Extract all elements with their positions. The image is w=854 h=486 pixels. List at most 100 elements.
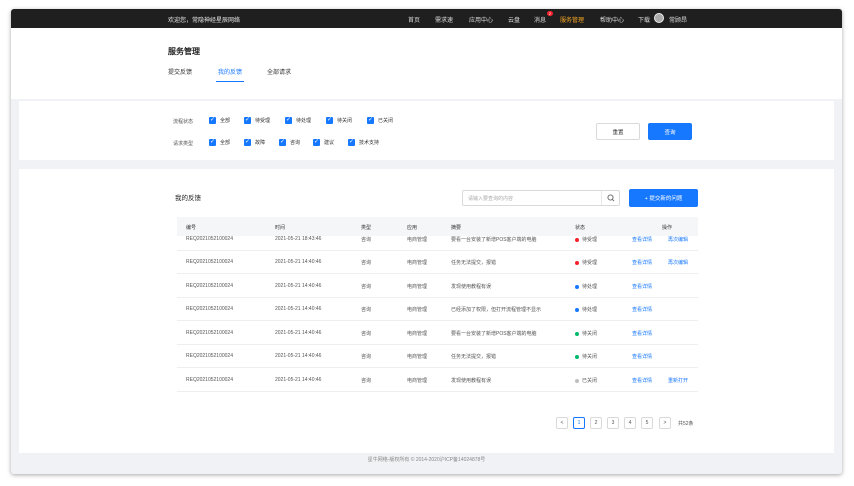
page-5-button[interactable]: 5 (641, 417, 653, 429)
checkbox-checked-icon: ✓ (244, 139, 251, 146)
view-details-link[interactable]: 查看详情 (632, 377, 652, 384)
type-checkbox-tech-support[interactable]: ✓ 技术支持 (348, 139, 379, 146)
cell-app: 电商管理 (407, 260, 428, 266)
cell-type: 咨询 (361, 237, 372, 243)
nav-messages[interactable]: 消息 2 (534, 11, 554, 24)
checkbox-label: 待关闭 (337, 118, 353, 124)
checkbox-label: 全部 (220, 140, 231, 146)
table-row (177, 369, 698, 392)
cell-time: 2021-05-21 14:40:46 (275, 306, 322, 312)
status-checkbox-pending-process[interactable]: ✓ 待处理 (285, 117, 311, 124)
cell-summary: 要看一台安装了新增POS客户端的电脑 (451, 237, 537, 243)
status-text: 待受理 (582, 260, 598, 266)
nav-home[interactable]: 首页 (408, 15, 420, 24)
type-checkbox-all[interactable]: ✓ 全部 (209, 139, 230, 146)
nav-download[interactable]: 下载 (638, 15, 650, 24)
type-filter-label: 请求类型 (173, 141, 194, 147)
checkbox-checked-icon: ✓ (313, 139, 320, 146)
checkbox-checked-icon: ✓ (348, 139, 355, 146)
user-name[interactable]: 常顾昂 (669, 15, 687, 24)
status-checkbox-pending-accept[interactable]: ✓ 待受理 (244, 117, 270, 124)
status-dot-icon (575, 307, 579, 312)
cell-type: 咨询 (361, 378, 372, 384)
page-header (11, 28, 842, 99)
checkbox-checked-icon: ✓ (326, 117, 333, 124)
footer-copyright: 星牛网络-版权所有 © 2014-2020沪ICP备14024878号 (367, 457, 486, 463)
status-text: 待处理 (582, 284, 598, 290)
type-checkbox-fault[interactable]: ✓ 故障 (244, 139, 265, 146)
status-dot-icon (575, 378, 579, 383)
status-text: 已关闭 (582, 378, 598, 384)
status-text: 待关闭 (582, 331, 598, 337)
checkbox-checked-icon: ✓ (367, 117, 374, 124)
nav-requests[interactable]: 需求速 (435, 15, 453, 24)
welcome-text: 欢迎您，常隐神经星辰网络 (168, 18, 241, 24)
cell-app: 电商管理 (407, 331, 428, 337)
page-title: 服务管理 (168, 47, 200, 56)
cell-time: 2021-05-21 14:40:46 (275, 330, 322, 336)
status-text: 待处理 (582, 307, 598, 313)
checkbox-checked-icon: ✓ (209, 117, 216, 124)
tab-all-requests[interactable]: 全部请求 (267, 67, 291, 76)
table-row (177, 298, 698, 321)
page-2-button[interactable]: 2 (590, 417, 602, 429)
edit-again-link[interactable]: 再次编辑 (668, 259, 688, 266)
cell-time: 2021-05-21 14:40:46 (275, 283, 322, 289)
nav-app-center[interactable]: 应用中心 (469, 15, 493, 24)
search-icon[interactable] (601, 191, 619, 205)
view-details-link[interactable]: 查看详情 (632, 353, 652, 360)
cell-id: REQ2021052100024 (186, 377, 233, 383)
view-details-link[interactable]: 查看详情 (632, 330, 652, 337)
status-checkbox-pending-close[interactable]: ✓ 待关闭 (326, 117, 352, 124)
checkbox-checked-icon: ✓ (285, 117, 292, 124)
tab-submit-feedback[interactable]: 提交反馈 (168, 67, 192, 76)
search-input[interactable] (468, 194, 598, 203)
page-4-button[interactable]: 4 (624, 417, 636, 429)
view-details-link[interactable]: 查看详情 (632, 259, 652, 266)
cell-app: 电商管理 (407, 378, 428, 384)
user-avatar[interactable] (654, 13, 664, 23)
cell-type: 咨询 (361, 284, 372, 290)
cell-type: 咨询 (361, 307, 372, 313)
query-button[interactable]: 查询 (648, 123, 692, 140)
next-page-button[interactable]: > (659, 417, 671, 429)
view-details-link[interactable]: 查看详情 (632, 236, 652, 243)
top-navbar: 欢迎您，常隐神经星辰网络 首页 需求速 应用中心 云盘 消息 2 服务管理 帮助… (11, 9, 842, 28)
section-title: 我的反馈 (175, 195, 201, 202)
page-3-button[interactable]: 3 (607, 417, 619, 429)
nav-service-management[interactable]: 服务管理 (560, 15, 584, 24)
checkbox-label: 待受理 (255, 118, 271, 124)
cell-status: 待处理 (575, 283, 597, 290)
prev-page-button[interactable]: < (556, 417, 568, 429)
tab-my-feedback[interactable]: 我的反馈 (218, 67, 242, 76)
view-details-link[interactable]: 查看详情 (632, 283, 652, 290)
status-checkbox-closed[interactable]: ✓ 已关闭 (367, 117, 393, 124)
nav-cloud-disk[interactable]: 云盘 (508, 15, 520, 24)
status-dot-icon (575, 354, 579, 359)
status-checkbox-all[interactable]: ✓ 全部 (209, 117, 230, 124)
reopen-link[interactable]: 重新打开 (668, 377, 688, 384)
cell-time: 2021-05-21 18:43:46 (275, 236, 322, 242)
message-count-badge: 2 (546, 11, 554, 16)
cell-type: 咨询 (361, 354, 372, 360)
checkbox-label: 待处理 (296, 118, 312, 124)
cell-id: REQ2021052100024 (186, 306, 233, 312)
cell-summary: 任务无法提交，报错 (451, 354, 497, 360)
status-text: 待关闭 (582, 354, 598, 360)
cell-id: REQ2021052100024 (186, 353, 233, 359)
view-details-link[interactable]: 查看详情 (632, 306, 652, 313)
checkbox-label: 已关闭 (378, 118, 394, 124)
edit-again-link[interactable]: 再次编辑 (668, 236, 688, 243)
submit-new-issue-button[interactable]: + 提交新的问题 (629, 189, 698, 207)
filter-panel (19, 101, 834, 160)
reset-button[interactable]: 重置 (596, 123, 640, 140)
type-checkbox-suggestion[interactable]: ✓ 建议 (313, 139, 334, 146)
cell-app: 电商管理 (407, 284, 428, 290)
checkbox-label: 建议 (324, 140, 335, 146)
status-dot-icon (575, 331, 579, 336)
nav-help-center[interactable]: 帮助中心 (600, 15, 624, 24)
page-1-button[interactable]: 1 (573, 417, 585, 429)
type-checkbox-consult[interactable]: ✓ 咨询 (279, 139, 300, 146)
cell-id: REQ2021052100024 (186, 259, 233, 265)
cell-status: 待关闭 (575, 330, 597, 337)
